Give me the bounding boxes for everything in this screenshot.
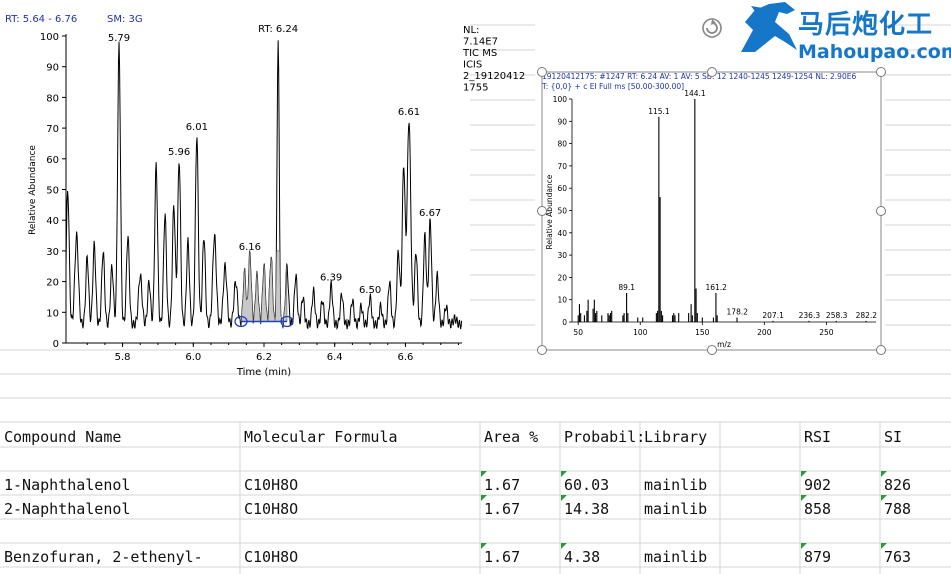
number-stored-as-text-flag-icon[interactable] (561, 471, 567, 477)
table-cell[interactable]: 2-Naphthalenol (4, 500, 130, 518)
resize-handle-bottom-right[interactable] (876, 345, 886, 355)
spectrum-y-tick-label: 90 (557, 117, 567, 126)
table-cell[interactable]: mainlib (644, 500, 707, 518)
spectrum-header-2: T: {0,0} + c EI Full ms [50.00-300.00] (541, 82, 684, 91)
spectrum-peak-label: 89.1 (618, 283, 635, 292)
table-cell[interactable]: C10H8O (244, 500, 298, 518)
spectrum-y-tick-label: 100 (553, 95, 568, 104)
table-cell[interactable]: Benzofuran, 2-ethenyl- (4, 548, 203, 566)
number-stored-as-text-flag-icon[interactable] (801, 495, 807, 501)
number-stored-as-text-flag-icon[interactable] (561, 543, 567, 549)
spectrum-peak-label: 144.1 (684, 89, 706, 98)
spectrum-header-1: 19120412175: #1247 RT: 6.24 AV: 1 AV: 5 … (542, 72, 856, 81)
table-cell[interactable]: 858 (804, 500, 831, 518)
spectrum-y-tick-label: 70 (557, 162, 567, 171)
spectrum-x-tick-label: 100 (633, 328, 648, 337)
resize-handle-top[interactable] (707, 67, 717, 77)
table-cell[interactable]: mainlib (644, 476, 707, 494)
resize-handle-top-right[interactable] (876, 67, 886, 77)
spectrum-peak-label: 236.3 (799, 311, 821, 320)
spectrum-y-tick-label: 60 (557, 184, 567, 193)
spectrum-x-tick-label: 150 (695, 328, 710, 337)
spectrum-y-tick-label: 10 (557, 296, 567, 305)
number-stored-as-text-flag-icon[interactable] (801, 543, 807, 549)
column-header[interactable]: SI (884, 428, 902, 446)
table-cell[interactable]: mainlib (644, 548, 707, 566)
table-cell[interactable]: 14.38 (564, 500, 609, 518)
table-cell[interactable]: 1.67 (484, 476, 520, 494)
spectrum-peak-label: 178.2 (727, 308, 749, 317)
logo-domain-text: Mahoupao.com (798, 41, 951, 63)
spectrum-y-tick-label: 30 (557, 251, 567, 260)
resize-handle-bottom-left[interactable] (537, 345, 547, 355)
table-cell[interactable]: 763 (884, 548, 911, 566)
number-stored-as-text-flag-icon[interactable] (881, 471, 887, 477)
table-cell[interactable]: 1-Naphthalenol (4, 476, 130, 494)
resize-handle-left[interactable] (537, 206, 547, 216)
column-header[interactable]: Probabil: (564, 428, 645, 446)
spectrum-peak-label: 161.2 (705, 283, 727, 292)
table-cell[interactable]: 879 (804, 548, 831, 566)
spectrum-y-tick-label: 20 (557, 273, 567, 282)
table-cell[interactable]: 60.03 (564, 476, 609, 494)
table-cell[interactable]: 1.67 (484, 548, 520, 566)
column-header[interactable]: Molecular Formula (244, 428, 398, 446)
column-header[interactable]: Compound Name (4, 428, 121, 446)
number-stored-as-text-flag-icon[interactable] (481, 495, 487, 501)
table-cell[interactable]: 4.38 (564, 548, 600, 566)
resize-handle-bottom[interactable] (707, 345, 717, 355)
number-stored-as-text-flag-icon[interactable] (801, 471, 807, 477)
spectrum-x-tick-label: 200 (757, 328, 772, 337)
table-cell[interactable]: C10H8O (244, 476, 298, 494)
spectrum-peak-label: 258.3 (826, 311, 848, 320)
spectrum-peak-label: 115.1 (648, 107, 670, 116)
spectrum-x-tick-label: 250 (819, 328, 834, 337)
number-stored-as-text-flag-icon[interactable] (881, 495, 887, 501)
resize-handle-right[interactable] (876, 206, 886, 216)
column-header[interactable]: Area % (484, 428, 538, 446)
spectrum-y-tick-label: 40 (557, 229, 567, 238)
spectrum-y-tick-label: 80 (557, 140, 567, 149)
number-stored-as-text-flag-icon[interactable] (561, 495, 567, 501)
number-stored-as-text-flag-icon[interactable] (481, 471, 487, 477)
spectrum-x-tick-label: 50 (573, 328, 583, 337)
resize-handle-top-left[interactable] (537, 67, 547, 77)
spectrum-y-tick-label: 50 (557, 207, 567, 216)
table-cell[interactable]: 902 (804, 476, 831, 494)
logo-chinese-text: 马后炮化工 (798, 10, 934, 40)
spectrum-x-title: m/z (717, 340, 731, 349)
number-stored-as-text-flag-icon[interactable] (481, 543, 487, 549)
spectrum-peak-label: 282.2 (856, 311, 878, 320)
horse-logo-icon (741, 2, 797, 52)
column-header[interactable]: RSI (804, 428, 831, 446)
spectrum-peak-label: 207.1 (762, 311, 784, 320)
table-cell[interactable]: 788 (884, 500, 911, 518)
spectrum-frame (541, 71, 882, 351)
number-stored-as-text-flag-icon[interactable] (881, 543, 887, 549)
table-cell[interactable]: C10H8O (244, 548, 298, 566)
rotate-handle-icon[interactable] (700, 16, 724, 40)
table-cell[interactable]: 1.67 (484, 500, 520, 518)
column-header[interactable]: Library (644, 428, 707, 446)
table-cell[interactable]: 826 (884, 476, 911, 494)
spectrum-y-tick-label: 0 (562, 318, 567, 327)
